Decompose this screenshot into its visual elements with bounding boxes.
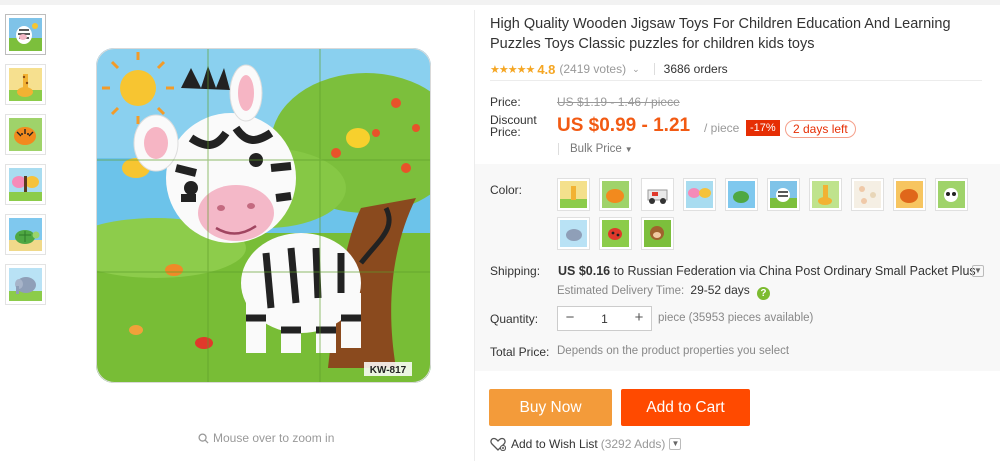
quantity-stepper: − + [557, 306, 652, 331]
rating-row: ★★★★★ 4.8 (2419 votes) ⌄ 3686 orders [490, 60, 990, 78]
thumbnail-elephant[interactable] [5, 264, 46, 305]
wishlist-dropdown-icon[interactable]: ▼ [669, 438, 682, 450]
quantity-label: Quantity: [490, 312, 539, 326]
votes-count[interactable]: (2419 votes) [559, 62, 626, 76]
swatch-pattern[interactable] [851, 178, 884, 211]
original-price: US $1.19 - 1.46 / piece [557, 95, 680, 109]
chevron-down-icon[interactable]: ⌄ [632, 64, 640, 75]
thumbnail-list [5, 14, 47, 314]
shipping-info[interactable]: US $0.16 to Russian Federation via China… [558, 264, 976, 278]
discount-price-label: Discount Price: [490, 113, 537, 139]
caret-down-icon: ▼ [624, 145, 633, 154]
stock-available: piece (35953 pieces available) [658, 312, 814, 324]
magnifier-icon [198, 432, 209, 444]
star-rating-icon: ★★★★★ [490, 63, 535, 76]
color-swatches [557, 178, 977, 250]
discount-price: US $0.99 - 1.21 [557, 115, 691, 136]
increase-quantity-button[interactable]: + [627, 307, 651, 330]
orders-count: 3686 orders [663, 62, 728, 76]
help-icon[interactable]: ? [756, 287, 770, 300]
price-label: Price: [490, 95, 521, 109]
quantity-input[interactable] [582, 307, 627, 330]
bulk-price-toggle[interactable]: Bulk Price ▼ [558, 143, 633, 155]
days-left-badge: 2 days left [785, 120, 856, 138]
delivery-estimate: Estimated Delivery Time: 29-52 days ? [557, 283, 770, 300]
swatch-monkey[interactable] [641, 217, 674, 250]
swatch-butterfly[interactable] [683, 178, 716, 211]
swatch-giraffe[interactable] [557, 178, 590, 211]
discount-badge: -17% [746, 120, 780, 136]
image-label: KW-817 [370, 365, 407, 376]
thumbnail-zebra[interactable] [5, 14, 46, 55]
shipping-to: to [613, 264, 625, 278]
thumbnail-giraffe[interactable] [5, 64, 46, 105]
rating-separator [653, 63, 655, 75]
total-price-label: Total Price: [490, 345, 550, 359]
rating-value: 4.8 [537, 61, 556, 77]
shipping-via: via [739, 264, 756, 278]
wishlist-label: Add to Wish List [511, 437, 598, 451]
heart-icon [490, 437, 506, 451]
wishlist-count: (3292 Adds) [600, 437, 666, 451]
decrease-quantity-button[interactable]: − [558, 307, 582, 330]
top-divider [0, 0, 1000, 5]
bulk-price-label: Bulk Price [570, 143, 622, 155]
add-to-cart-button[interactable]: Add to Cart [621, 389, 750, 426]
total-price-note: Depends on the product properties you se… [557, 345, 790, 357]
thumbnail-butterfly[interactable] [5, 164, 46, 205]
buy-now-button[interactable]: Buy Now [489, 389, 612, 426]
thumbnail-turtle[interactable] [5, 214, 46, 255]
color-label: Color: [490, 183, 523, 197]
product-page: KW-817 Mouse over to zoom in High Qualit… [0, 0, 1000, 461]
swatch-tiger-2[interactable] [893, 178, 926, 211]
product-title: High Quality Wooden Jigsaw Toys For Chil… [490, 16, 951, 52]
delivery-label: Estimated Delivery Time: [557, 285, 685, 297]
swatch-turtle[interactable] [725, 178, 758, 211]
add-to-wishlist[interactable]: Add to Wish List (3292 Adds) ▼ [490, 437, 682, 451]
swatch-giraffe-2[interactable] [809, 178, 842, 211]
shipping-label: Shipping: [490, 264, 541, 278]
main-product-image[interactable]: KW-817 [96, 48, 431, 383]
shipping-dropdown-icon[interactable]: ▼ [972, 265, 984, 277]
shipping-price: US $0.16 [558, 264, 611, 278]
swatch-elephant[interactable] [557, 217, 590, 250]
zoom-hint-text: Mouse over to zoom in [213, 431, 335, 445]
zoom-hint: Mouse over to zoom in [198, 431, 334, 445]
info-divider [490, 80, 982, 81]
delivery-days: 29-52 days [690, 283, 750, 297]
thumbnail-tiger[interactable] [5, 114, 46, 155]
swatch-ladybug[interactable] [599, 217, 632, 250]
swatch-tiger[interactable] [599, 178, 632, 211]
swatch-zebra[interactable] [767, 178, 800, 211]
swatch-car[interactable] [641, 178, 674, 211]
shipping-carrier: China Post Ordinary Small Packet Plus [758, 264, 976, 278]
swatch-panda[interactable] [935, 178, 968, 211]
shipping-destination: Russian Federation [627, 264, 736, 278]
product-info: High Quality Wooden Jigsaw Toys For Chil… [490, 14, 990, 78]
price-unit: / piece [704, 121, 740, 135]
